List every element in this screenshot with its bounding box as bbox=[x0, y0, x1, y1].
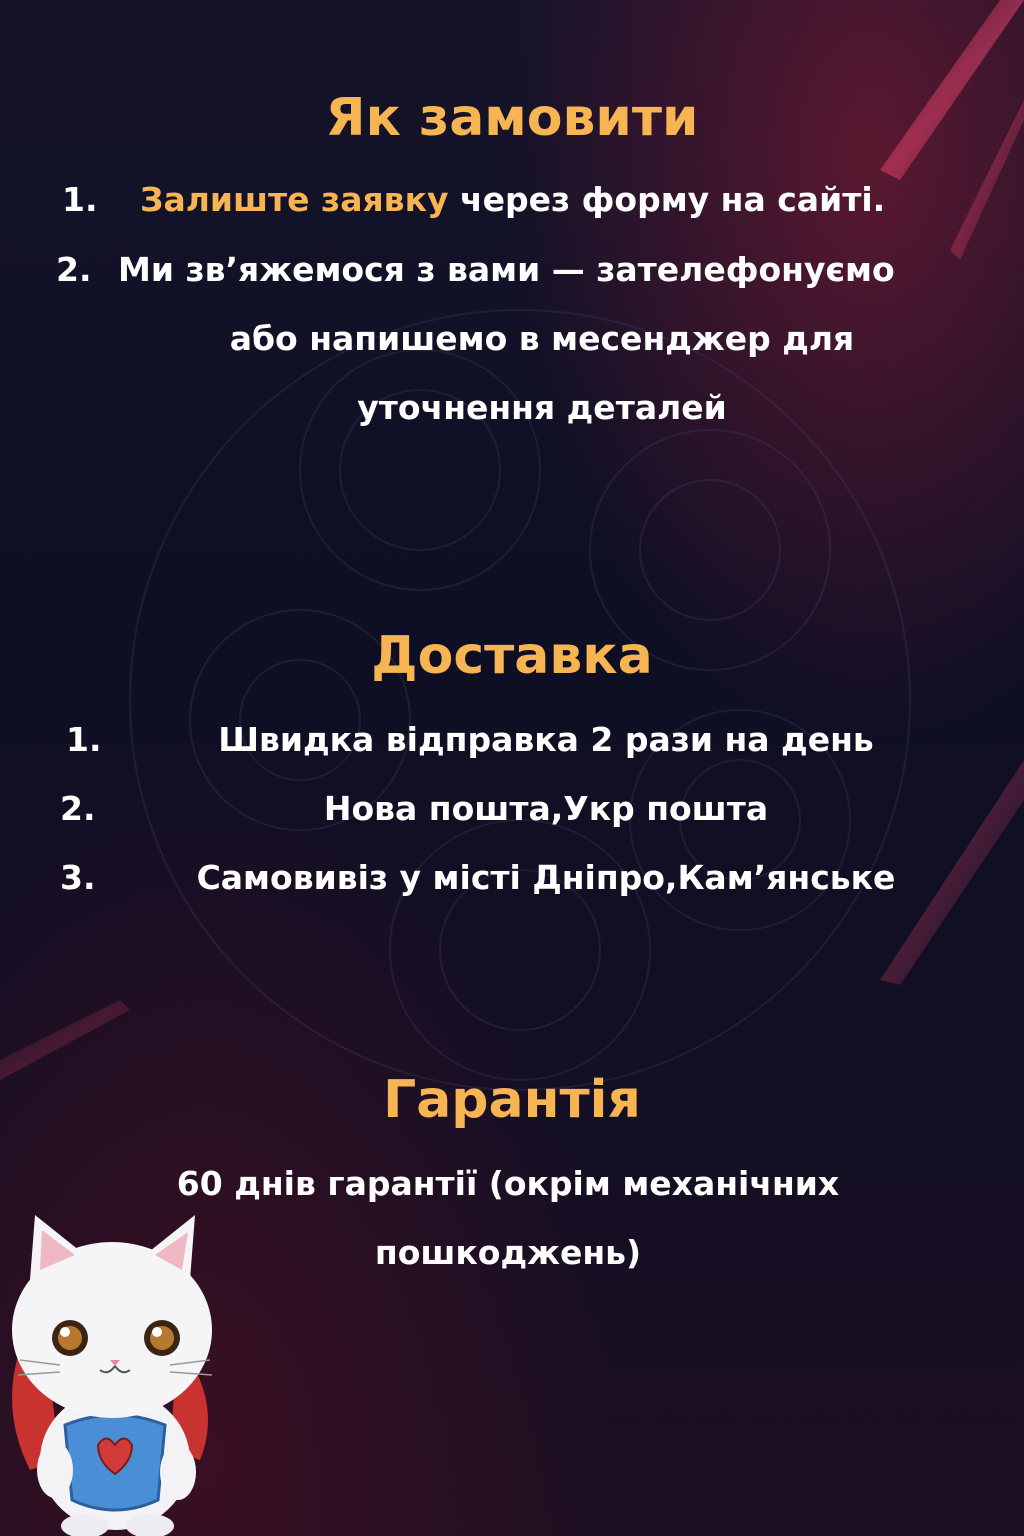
order-step1-highlight[interactable]: Залиште заявку bbox=[140, 180, 448, 219]
order-step1-number: 1. bbox=[62, 180, 98, 219]
order-step2-line3: уточнення деталей bbox=[357, 388, 727, 427]
delivery-item1-text: Швидка відправка 2 рази на день bbox=[218, 720, 874, 759]
warranty-title: Гарантія bbox=[383, 1070, 641, 1130]
delivery-item2-text: Нова пошта,Укр пошта bbox=[323, 789, 769, 828]
cat-superhero-icon bbox=[12, 1215, 213, 1536]
order-step1-rest: через форму на сайті. bbox=[448, 180, 886, 219]
delivery-title: Доставка bbox=[371, 626, 653, 686]
order-title: Як замовити bbox=[325, 88, 699, 148]
warranty-line1: 60 днів гарантії (окрім механічних bbox=[176, 1164, 840, 1203]
order-step2-line2: або напишемо в месенджер для bbox=[229, 319, 855, 358]
order-step2-line1: Ми зв’яжемося з вами — зателефонуємо bbox=[118, 250, 895, 289]
order-step1-text: Залиште заявку через форму на сайті. bbox=[140, 180, 885, 220]
order-step2-number: 2. bbox=[56, 250, 92, 289]
delivery-item3-text: Самовивіз у місті Дніпро,Кам’янське bbox=[196, 858, 896, 897]
